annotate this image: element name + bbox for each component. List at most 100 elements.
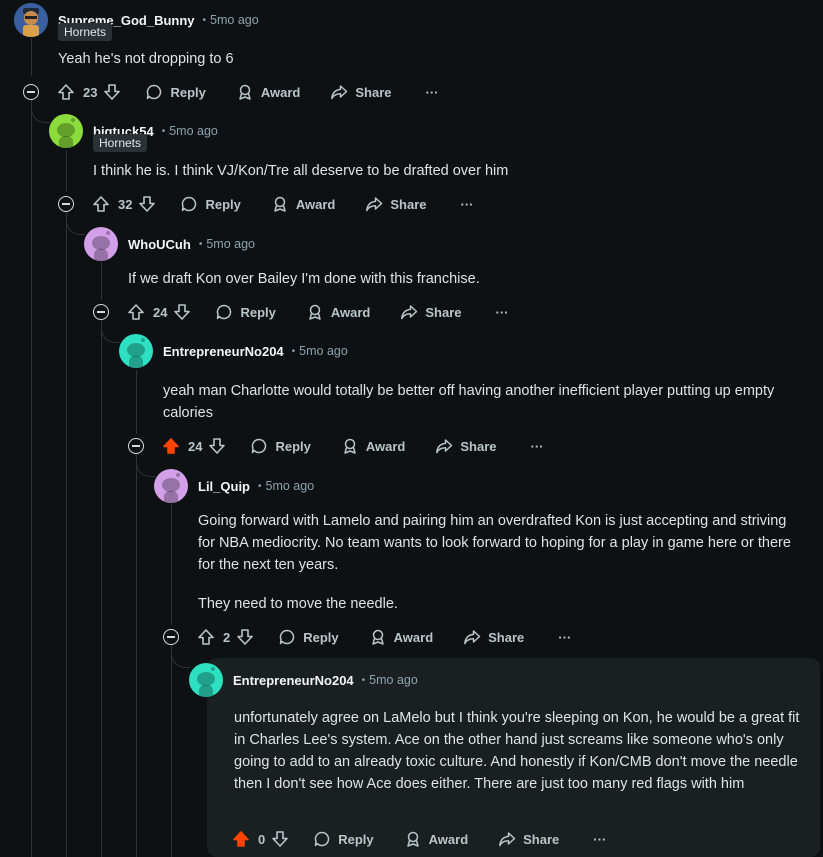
award-button[interactable]: Award <box>341 437 405 455</box>
downvote-button[interactable] <box>271 830 289 848</box>
thread-line[interactable] <box>66 150 67 192</box>
comment: EntrepreneurNo204 • 5mo ago unfortunatel… <box>189 663 799 792</box>
username[interactable]: EntrepreneurNo204 <box>233 673 354 688</box>
share-button[interactable]: Share <box>463 628 524 646</box>
share-button[interactable]: Share <box>400 303 462 321</box>
downvote-button[interactable] <box>236 628 254 646</box>
more-options-button[interactable]: ··· <box>461 197 474 212</box>
collapse-button[interactable] <box>58 196 74 212</box>
thread-line[interactable] <box>31 38 32 76</box>
upvote-arrow-icon <box>198 629 214 645</box>
downvote-button[interactable] <box>103 83 121 101</box>
reply-button[interactable]: Reply <box>278 628 339 646</box>
upvote-button[interactable] <box>92 195 110 213</box>
reply-button[interactable]: Reply <box>180 195 241 213</box>
downvote-arrow-icon <box>174 304 191 320</box>
thread-line[interactable] <box>136 370 137 434</box>
award-button[interactable]: Award <box>404 830 469 848</box>
timestamp[interactable]: 5mo ago <box>210 13 259 27</box>
thread-line[interactable] <box>171 504 172 625</box>
reply-button[interactable]: Reply <box>145 83 206 101</box>
downvote-button[interactable] <box>138 195 156 213</box>
comment-text: Going forward with Lamelo and pairing hi… <box>198 513 791 573</box>
user-flair: Hornets <box>93 134 148 152</box>
separator-dot: • <box>361 674 366 686</box>
timestamp[interactable]: 5mo ago <box>266 479 315 493</box>
more-options-button[interactable]: ··· <box>426 85 439 100</box>
reply-label: Reply <box>275 438 311 454</box>
avatar[interactable] <box>154 469 188 503</box>
comment-text: unfortunately agree on LaMelo but I thin… <box>234 710 800 792</box>
comment-text: Yeah he's not dropping to 6 <box>58 51 234 67</box>
comment-actions: 2 Reply Award Share ··· <box>197 625 571 649</box>
custom-avatar-icon <box>14 3 48 37</box>
more-options-icon: ··· <box>495 304 509 320</box>
reply-label: Reply <box>338 831 374 847</box>
share-button[interactable]: Share <box>330 83 392 101</box>
downvote-button[interactable] <box>173 303 191 321</box>
share-button[interactable]: Share <box>365 195 427 213</box>
comment-text: If we draft Kon over Bailey I'm done wit… <box>128 271 480 287</box>
more-options-button[interactable]: ··· <box>531 439 544 454</box>
award-button[interactable]: Award <box>271 195 335 213</box>
timestamp[interactable]: 5mo ago <box>206 237 255 251</box>
vote-count: 24 <box>188 438 203 454</box>
avatar[interactable] <box>189 663 223 697</box>
avatar[interactable] <box>84 227 118 261</box>
thread-line[interactable] <box>101 262 102 300</box>
comment: Supreme_God_Bunny • 5mo ago Hornets Yeah… <box>14 3 259 67</box>
reply-button[interactable]: Reply <box>215 303 276 321</box>
avatar[interactable] <box>14 3 48 37</box>
comment-body: Going forward with Lamelo and pairing hi… <box>198 510 798 615</box>
timestamp[interactable]: 5mo ago <box>369 673 418 687</box>
award-label: Award <box>260 84 301 100</box>
comment-bubble-icon <box>314 831 330 847</box>
share-label: Share <box>425 304 462 320</box>
reply-button[interactable]: Reply <box>250 437 311 455</box>
username[interactable]: Lil_Quip <box>198 479 250 494</box>
downvote-button[interactable] <box>208 437 226 455</box>
thread-line[interactable] <box>101 324 102 857</box>
more-options-button[interactable]: ··· <box>593 832 606 847</box>
more-options-icon: ··· <box>425 84 439 100</box>
collapse-button[interactable] <box>93 304 109 320</box>
separator-dot: • <box>258 480 262 492</box>
share-button[interactable]: Share <box>498 830 559 848</box>
more-options-button[interactable]: ··· <box>558 630 571 645</box>
award-label: Award <box>428 831 469 847</box>
thread-line[interactable] <box>31 104 32 857</box>
username[interactable]: EntrepreneurNo204 <box>163 344 284 359</box>
upvote-button[interactable] <box>162 437 180 455</box>
award-button[interactable]: Award <box>369 628 433 646</box>
downvote-arrow-icon <box>237 629 254 645</box>
thread-line[interactable] <box>136 458 137 857</box>
more-options-button[interactable]: ··· <box>496 305 509 320</box>
award-icon <box>274 196 286 212</box>
share-button[interactable]: Share <box>435 437 497 455</box>
award-label: Award <box>330 304 371 320</box>
award-button[interactable]: Award <box>306 303 371 321</box>
comment-bubble-icon <box>279 629 295 645</box>
reply-button[interactable]: Reply <box>313 830 374 848</box>
collapse-button[interactable] <box>23 84 39 100</box>
upvote-button[interactable] <box>232 830 250 848</box>
thread-connector <box>31 100 50 123</box>
username[interactable]: WhoUCuh <box>128 237 191 252</box>
upvote-button[interactable] <box>197 628 215 646</box>
timestamp[interactable]: 5mo ago <box>169 124 218 138</box>
thread-line[interactable] <box>171 649 172 857</box>
more-options-icon: ··· <box>530 438 544 454</box>
comment-body: yeah man Charlotte would totally be bett… <box>163 380 803 424</box>
thread-line[interactable] <box>66 216 67 857</box>
collapse-button[interactable] <box>128 438 144 454</box>
upvote-button[interactable] <box>127 303 145 321</box>
share-icon <box>436 439 453 454</box>
avatar[interactable] <box>49 114 83 148</box>
more-options-icon: ··· <box>558 629 572 645</box>
collapse-button[interactable] <box>163 629 179 645</box>
avatar[interactable] <box>119 334 153 368</box>
upvote-button[interactable] <box>57 83 75 101</box>
award-button[interactable]: Award <box>236 83 301 101</box>
timestamp[interactable]: 5mo ago <box>299 344 348 358</box>
separator-dot: • <box>291 345 296 357</box>
